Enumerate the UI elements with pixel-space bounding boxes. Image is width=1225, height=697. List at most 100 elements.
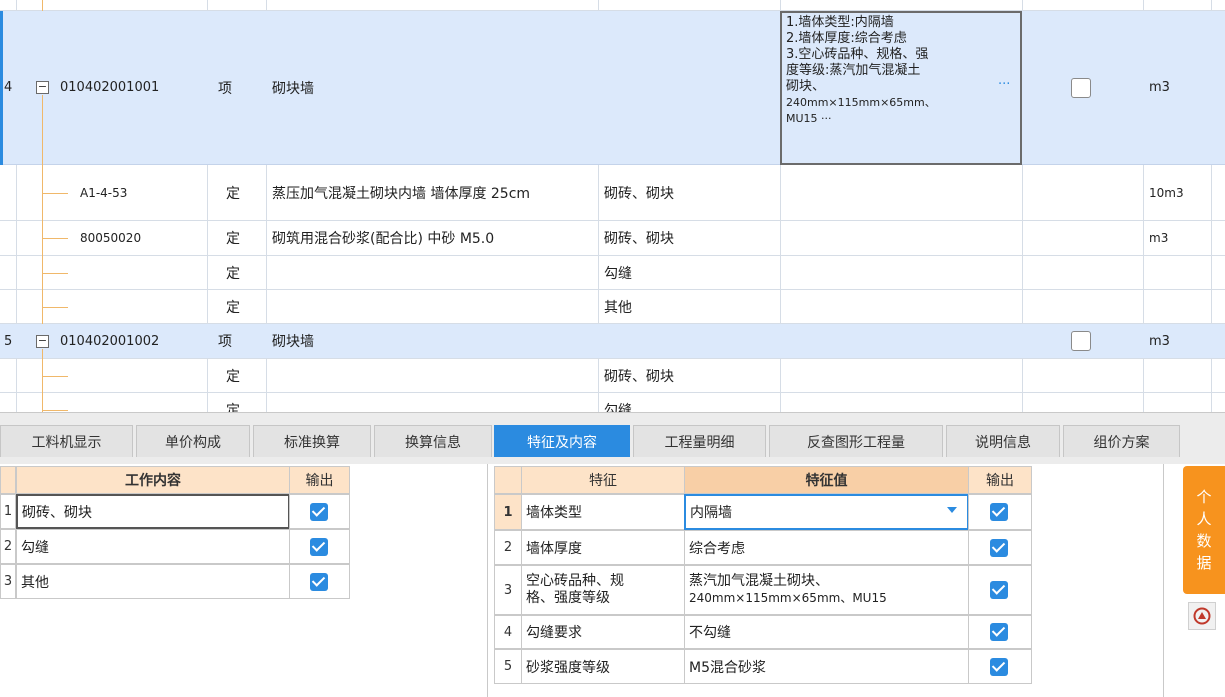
work-content-cell[interactable]: 砌砖、砌块 <box>16 494 290 529</box>
row-number: 3 <box>0 564 16 599</box>
item-unit: m3 <box>1149 80 1170 95</box>
item-code: A1-4-53 <box>80 185 128 200</box>
tree-line <box>42 273 68 274</box>
tree-line <box>42 95 43 324</box>
item-type: 定 <box>226 368 240 385</box>
tab-labor-material-machine[interactable]: 工料机显示 <box>0 425 133 457</box>
tree-line <box>42 238 68 239</box>
output-checkbox[interactable] <box>990 503 1008 521</box>
row-checkbox[interactable] <box>1071 78 1091 98</box>
tree-line <box>42 307 68 308</box>
feature-value-line: 240mm×115mm×65mm、MU15 <box>689 591 887 605</box>
collapse-icon[interactable]: − <box>36 335 49 348</box>
item-content: 其他 <box>604 299 632 316</box>
tab-features-content[interactable]: 特征及内容 <box>494 425 630 457</box>
feature-line: 3.空心砖品种、规格、强 <box>786 47 929 62</box>
table-row[interactable]: 4 − 010402001001 项 砌块墙 m3 <box>0 11 1225 165</box>
table-row[interactable]: 定 勾缝 <box>0 393 1225 413</box>
collapse-icon[interactable]: − <box>36 81 49 94</box>
feature-line: 度等级:蒸汽加气混凝土 <box>786 63 921 78</box>
work-content-header: 工作内容 <box>16 466 290 494</box>
feature-name-line: 格、强度等级 <box>526 590 610 606</box>
row-number: 2 <box>0 529 16 564</box>
work-content-cell[interactable]: 其他 <box>16 564 290 599</box>
feature-name-cell[interactable]: 墙体类型 <box>521 494 685 530</box>
feature-value-text: 内隔墙 <box>690 505 732 521</box>
item-type: 定 <box>226 265 240 282</box>
output-checkbox[interactable] <box>310 538 328 556</box>
table-row[interactable]: 80050020 定 砌筑用混合砂浆(配合比) 中砂 M5.0 砌砖、砌块 m3 <box>0 221 1225 256</box>
side-button-char: 个 <box>1196 488 1212 506</box>
output-checkbox[interactable] <box>990 539 1008 557</box>
item-type: 项 <box>218 334 232 350</box>
tree-line <box>42 193 68 194</box>
personal-data-button[interactable]: 个 人 数 据 <box>1183 466 1225 594</box>
bill-grid: 4 − 010402001001 项 砌块墙 m3 1.墙体类型:内隔墙 2.墙… <box>0 0 1225 412</box>
item-type: 定 <box>226 402 240 413</box>
output-header: 输出 <box>289 466 350 494</box>
feature-name-cell[interactable]: 墙体厚度 <box>521 530 685 565</box>
side-button-char: 据 <box>1196 554 1212 572</box>
tab-conversion-info[interactable]: 换算信息 <box>374 425 492 457</box>
side-button-char: 数 <box>1196 532 1212 550</box>
logo-icon[interactable] <box>1188 602 1216 630</box>
row-number: 5 <box>4 333 13 349</box>
output-header: 输出 <box>968 466 1032 494</box>
feature-value-cell[interactable]: 蒸汽加气混凝土砌块、 240mm×115mm×65mm、MU15 <box>684 565 969 615</box>
item-content: 勾缝 <box>604 265 632 282</box>
item-code: 010402001002 <box>60 333 160 349</box>
tree-line <box>42 410 68 411</box>
feature-name-cell[interactable]: 砂浆强度等级 <box>521 649 685 684</box>
feature-line: 1.墙体类型:内隔墙 <box>786 15 894 30</box>
output-checkbox[interactable] <box>310 573 328 591</box>
feature-value-cell[interactable]: 不勾缝 <box>684 615 969 649</box>
dropdown-arrow-icon[interactable] <box>947 507 957 513</box>
row-number: 1 <box>494 494 522 530</box>
tab-standard-conversion[interactable]: 标准换算 <box>253 425 371 457</box>
detail-tab-bar: 工料机显示 单价构成 标准换算 换算信息 特征及内容 工程量明细 反查图形工程量… <box>0 412 1225 464</box>
table-row[interactable]: 5 − 010402001002 项 砌块墙 m3 <box>0 324 1225 359</box>
item-content: 砌砖、砌块 <box>604 231 674 247</box>
item-content: 勾缝 <box>604 402 632 413</box>
row-number: 4 <box>494 615 522 649</box>
feature-value-cell[interactable]: M5混合砂浆 <box>684 649 969 684</box>
tab-unit-price[interactable]: 单价构成 <box>136 425 250 457</box>
feature-name-cell[interactable]: 空心砖品种、规 格、强度等级 <box>521 565 685 615</box>
feature-line: MU15 ··· <box>786 112 832 125</box>
feature-description-cell[interactable]: 1.墙体类型:内隔墙 2.墙体厚度:综合考虑 3.空心砖品种、规格、强 度等级:… <box>780 11 1022 165</box>
row-number: 3 <box>494 565 522 615</box>
table-row[interactable]: A1-4-53 定 蒸压加气混凝土砌块内墙 墙体厚度 25cm 砌砖、砌块 10… <box>0 165 1225 221</box>
output-checkbox[interactable] <box>990 581 1008 599</box>
item-code: 010402001001 <box>60 80 160 95</box>
feature-line: 2.墙体厚度:综合考虑 <box>786 31 907 46</box>
item-type: 定 <box>226 299 240 316</box>
output-checkbox[interactable] <box>990 623 1008 641</box>
feature-header: 特征 <box>521 466 685 494</box>
item-name: 蒸压加气混凝土砌块内墙 墙体厚度 25cm <box>272 185 531 202</box>
row-number: 5 <box>494 649 522 684</box>
tab-pricing-plan[interactable]: 组价方案 <box>1063 425 1180 457</box>
item-unit: m3 <box>1149 231 1169 245</box>
feature-value-select[interactable]: 内隔墙 <box>684 494 969 530</box>
table-row[interactable] <box>0 0 1225 11</box>
side-button-char: 人 <box>1196 510 1212 528</box>
work-content-cell[interactable]: 勾缝 <box>16 529 290 564</box>
table-row[interactable]: 定 勾缝 <box>0 256 1225 290</box>
more-icon[interactable]: ··· <box>998 77 1010 93</box>
row-checkbox[interactable] <box>1071 331 1091 351</box>
item-type: 定 <box>226 185 240 202</box>
tree-line <box>42 0 43 11</box>
tab-graphic-quantity[interactable]: 反查图形工程量 <box>769 425 943 457</box>
table-row[interactable]: 定 其他 <box>0 290 1225 324</box>
output-checkbox[interactable] <box>310 503 328 521</box>
tab-quantity-detail[interactable]: 工程量明细 <box>633 425 766 457</box>
item-type: 项 <box>218 80 232 97</box>
output-checkbox[interactable] <box>990 658 1008 676</box>
tab-description[interactable]: 说明信息 <box>946 425 1060 457</box>
table-row[interactable]: 定 砌砖、砌块 <box>0 359 1225 393</box>
feature-value-cell[interactable]: 综合考虑 <box>684 530 969 565</box>
feature-name-cell[interactable]: 勾缝要求 <box>521 615 685 649</box>
item-code: 80050020 <box>80 231 142 245</box>
row-number: 1 <box>0 494 16 529</box>
item-unit: 10m3 <box>1149 185 1184 200</box>
